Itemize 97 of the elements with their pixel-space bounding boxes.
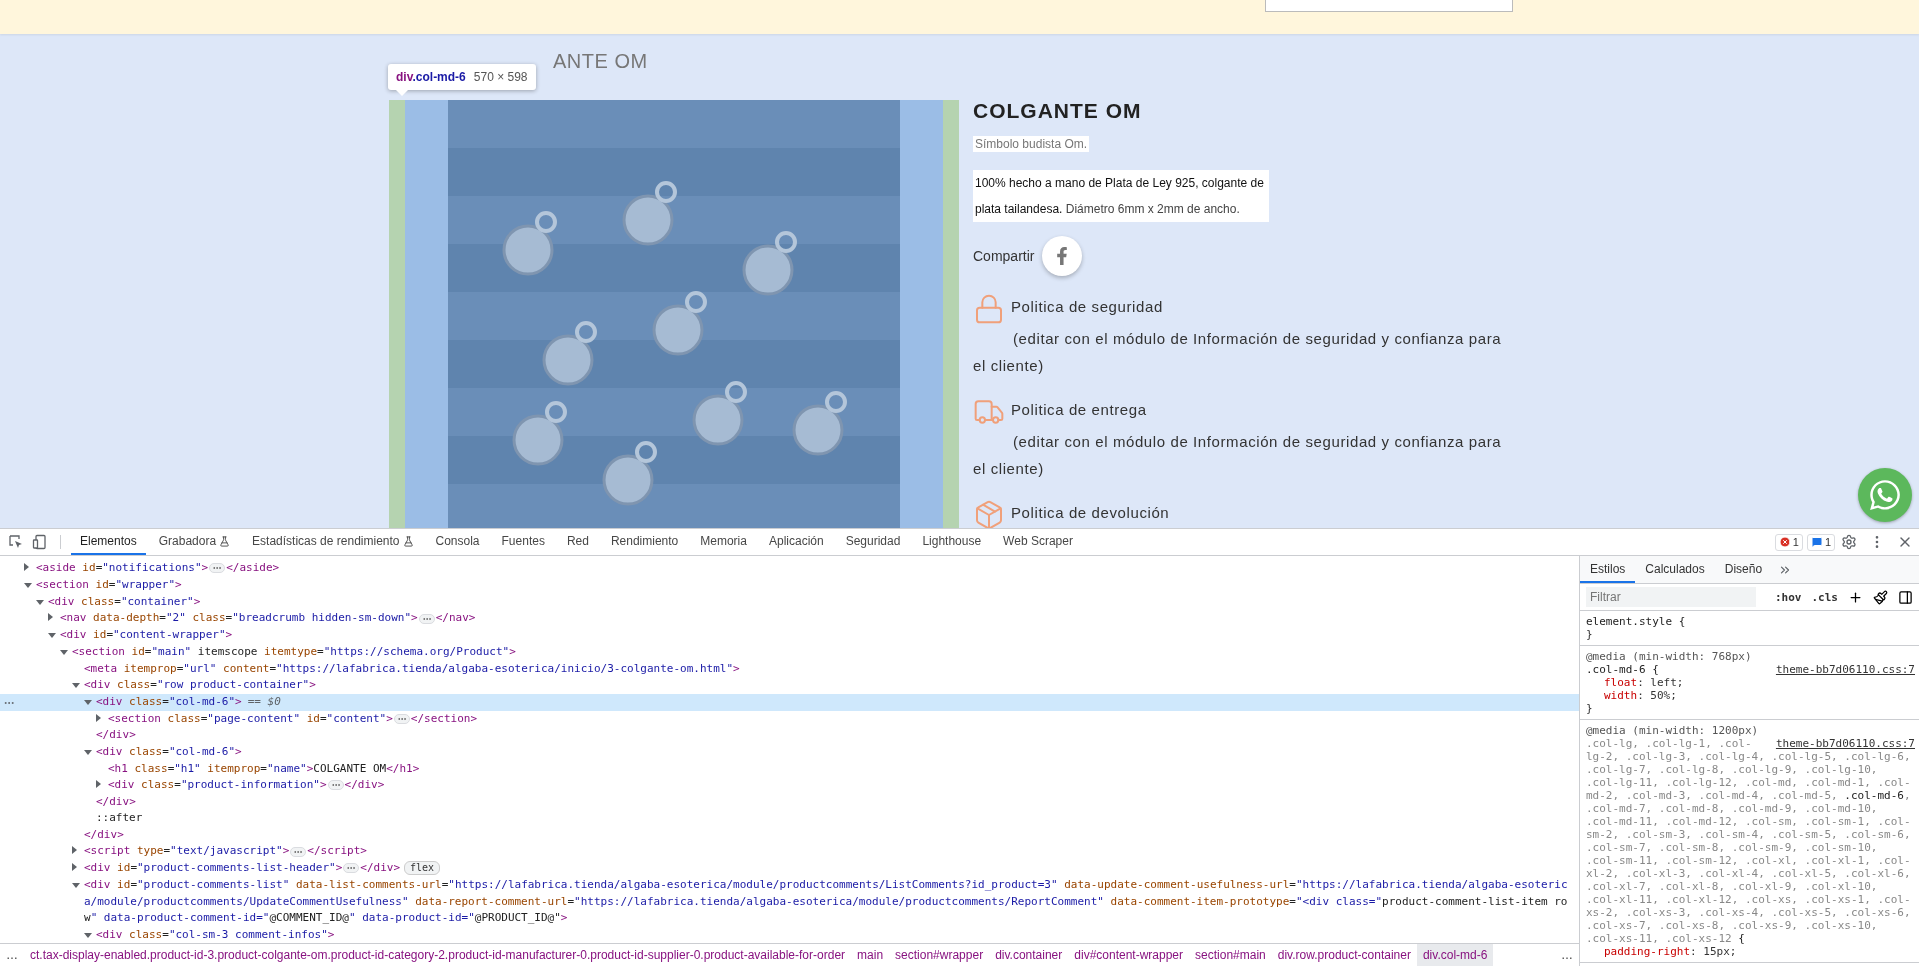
devtools-tab[interactable]: Fuentes (492, 529, 554, 555)
device-toolbar-icon[interactable] (32, 534, 48, 550)
ellipsis-icon[interactable] (343, 863, 360, 874)
error-count[interactable]: 1 (1774, 533, 1803, 551)
policy-text: (editar con el módulo de Información de seguridad y confianza para el cliente) (973, 329, 1503, 376)
css-selector: element.style { (1586, 615, 1687, 628)
dom-node[interactable]: <div class="col-sm-3 comment-infos"> (0, 926, 1579, 943)
media-query: @media (min-width: 768px) (1586, 650, 1753, 663)
flask-icon (219, 535, 231, 547)
policy-title: Politica de seguridad (1011, 297, 1164, 317)
styles-tab[interactable]: Calculados (1635, 556, 1715, 583)
ellipsis-icon[interactable] (393, 713, 410, 724)
selection-marker: == $0 (247, 695, 281, 708)
settings-icon[interactable] (1841, 534, 1857, 550)
dom-node[interactable]: <section id="main" itemscope itemtype="https://schema.org/Product"> (0, 643, 1579, 661)
filter-field[interactable]: Filtrar (1586, 587, 1756, 607)
closing-brace: } (1586, 702, 1594, 715)
dom-node[interactable]: <h1 class="h1" itemprop="name">COLGANTE OM</h1> (0, 760, 1579, 777)
whatsapp-icon (1868, 478, 1902, 512)
dom-node[interactable]: <div class="row product-container"> (0, 677, 1579, 694)
devtools-tab[interactable]: Memoria (691, 529, 756, 555)
css-declaration: float: left; (1603, 676, 1685, 689)
dom-node[interactable]: <section class="page-content" id="content"> </section> (0, 710, 1579, 728)
css-selector: lg-2, .col-lg-3, .col-lg-4, .col-lg-5, .col-lg-6, .col-lg-7, .col-lg-8, .col-lg-9, .col-lg-10, .col-lg-11, .col-lg-12, .col-md, .col-md-1, .col-md-2, .col-md-3, .col-md-4, .col-md-5, .col-md-6, .col-md-7, .col-md-8, .col-md-9, .col-md-10, .col-md-11, .col-md-12, .col-sm, .col-sm-1, .col-sm-2, .col-sm-3, .col-sm-4, .col-sm-5, .col-sm-6, .col-sm-7, .col-sm-8, .col-sm-9, .col-sm-10, .col-sm-11, .col-sm-12, .col-xl, .col-xl-1, .col-xl-2, .col-xl-3, .col-xl-4, .col-xl-5, .col-xl-6, .col-xl-7, .col-xl-8, .col-xl-9, .col-xl-10, .col-xl-11, .col-xl-12, .col-xs, .col-xs-1, .col-xs-2, .col-xs-3, .col-xs-4, .col-xs-5, .col-xs-6, .col-xs-7, .col-xs-8, .col-xs-9, .col-xs-10, .col-xs-11, .col-xs-12 { (1586, 750, 1912, 945)
breadcrumb-overflow[interactable]: … (1555, 948, 1579, 962)
devtools-tab[interactable]: Lighthouse (913, 529, 991, 555)
ellipsis-icon[interactable] (290, 846, 307, 857)
devtools-tab[interactable]: Consola (426, 529, 489, 555)
element-selector: div.col-md-6 (396, 70, 466, 84)
element-size: 570 × 598 (473, 70, 528, 84)
styles-tab[interactable]: Diseño (1714, 556, 1773, 583)
css-selector: .col-lg, .col-lg-1, .col- (1586, 737, 1753, 750)
product-title: COLGANTE OM (973, 100, 1143, 122)
message-count[interactable]: 1 (1806, 533, 1835, 551)
breadcrumb-overflow[interactable]: … (0, 948, 24, 962)
package-icon (973, 499, 1005, 528)
dom-node[interactable]: <div id="product-comments-list-header"> </div> flex (0, 860, 1579, 877)
dom-node[interactable]: <meta itemprop="url" content="https://lafabrica.tienda/algaba-esoterica/inicio/3-colgante-om.html"> (0, 660, 1579, 677)
closing-tag: </div> (0, 727, 1579, 744)
page-heading: ANTE OM (553, 49, 648, 74)
plus-icon[interactable] (1848, 589, 1863, 605)
ellipsis-icon[interactable] (327, 780, 344, 791)
devtools-tab[interactable]: Web Scraper (994, 529, 1082, 555)
dom-node[interactable]: <div id="product-comments-list" data-list-comments-url="https://lafabrica.tienda/algaba-esoterica/module/productcomments/ListComments?id_product=3" data-update-comment-usefulness-url="https://lafabrica.tienda/algaba-esoterica/module/productcomments/UpdateCommentUsefulness" data-report-comment-url="https://lafabrica.tienda/algaba-esoterica/module/productcomments/ReportComment" data-comment-item-prototype="<div class="product-comment-list-item row" data-product-comment-id="@COMMENT_ID@" data-product-id="@PRODUCT_ID@"> (0, 876, 1579, 927)
dom-node[interactable]: <div class="col-md-6"> (0, 743, 1579, 761)
flask-icon (402, 535, 414, 547)
inspect-icon[interactable] (8, 534, 24, 550)
product-description: 100% hecho a mano de Plata de Ley 925, colgante de plata tailandesa. Diámetro 6mm x 2mm de ancho. (973, 170, 1269, 222)
dom-breadcrumb[interactable]: div.row.product-container (1271, 944, 1417, 966)
policy-title: Politica de entrega (1011, 400, 1148, 420)
padlock-icon (973, 293, 1005, 325)
dom-node[interactable]: <div class="product-information"> </div> (0, 777, 1579, 794)
closing-tag: </div> (0, 826, 1579, 844)
dom-breadcrumb[interactable]: section#wrapper (889, 944, 990, 966)
dom-breadcrumb[interactable]: ct.tax-display-enabled.product-id-3.product-colgante-om.product-id-category-2.product-id-manufacturer-0.product-id-supplier-0.product-available-for-order (24, 944, 852, 966)
dom-breadcrumb[interactable]: div.container (989, 944, 1069, 966)
layout-badge[interactable]: flex (404, 861, 441, 876)
dom-node[interactable]: <section id="wrapper"> (0, 576, 1579, 594)
closing-tag: </div> (0, 793, 1579, 811)
dom-breadcrumb[interactable]: div#content-wrapper (1068, 944, 1190, 966)
selected-dom-node[interactable]: <div class="col-md-6"> == $0 (0, 693, 1579, 711)
error-icon (1778, 536, 1791, 548)
dom-node[interactable]: <div id="content-wrapper"> (0, 627, 1579, 644)
policy-text: (editar con el módulo de Información de seguridad y confianza para el cliente) (973, 432, 1503, 479)
dom-breadcrumb[interactable]: div.col-md-6 (1416, 944, 1494, 966)
styles-tab[interactable]: Estilos (1580, 556, 1636, 583)
style-toggle[interactable]: .cls (1811, 590, 1838, 604)
devtools-tab[interactable]: Estadísticas de rendimiento (243, 529, 423, 555)
css-declaration: padding-right: 15px; (1603, 945, 1738, 958)
message-icon (1810, 536, 1823, 548)
ellipsis-icon[interactable] (209, 563, 226, 574)
style-toggle[interactable]: :hov (1775, 590, 1802, 604)
dom-node[interactable]: <script type="text/javascript"> </script> (0, 843, 1579, 860)
source-link[interactable]: theme-bb7d06110.css:7 (1775, 663, 1915, 676)
share-label: Compartir (973, 248, 1035, 264)
policy-title: Politica de devolución (1011, 503, 1171, 523)
devtools-tab[interactable]: Aplicación (759, 529, 833, 555)
devtools-tab[interactable]: Grabadora (149, 529, 240, 555)
media-query: @media (min-width: 1200px) (1586, 724, 1760, 737)
ellipsis-icon[interactable] (418, 613, 435, 624)
css-selector: .col-md-6 { (1586, 663, 1660, 676)
dom-node[interactable]: <div class="container"> (0, 593, 1579, 611)
css-declaration: width: 50%; (1603, 689, 1678, 702)
dom-node[interactable]: <aside id="notifications"> </aside> (0, 560, 1579, 577)
dom-breadcrumb[interactable]: main (851, 944, 890, 966)
sidebar-icon[interactable] (1898, 589, 1913, 605)
source-link[interactable]: theme-bb7d06110.css:7 (1775, 737, 1915, 750)
dom-node[interactable]: <nav data-depth="2" class="breadcrumb hidden-sm-down"> </nav> (0, 610, 1579, 627)
paintbrush-icon[interactable] (1873, 589, 1888, 605)
dom-node[interactable]: ::after (0, 810, 1579, 827)
dom-breadcrumb[interactable]: section#main (1189, 944, 1272, 966)
devtools-tab[interactable]: Red (557, 529, 598, 555)
product-summary: Símbolo budista Om. (973, 136, 1090, 152)
devtools-tab[interactable]: Rendimiento (601, 529, 688, 555)
devtools-tab[interactable]: Seguridad (836, 529, 910, 555)
closing-brace: } (1586, 628, 1594, 641)
facebook-share-button[interactable] (1042, 236, 1083, 276)
